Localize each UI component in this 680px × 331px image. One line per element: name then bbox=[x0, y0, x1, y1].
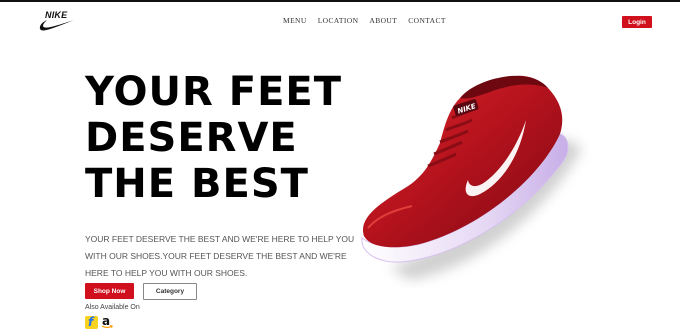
logo-text: NIKE bbox=[45, 10, 68, 20]
nav-about[interactable]: ABOUT bbox=[369, 16, 397, 25]
brand-logo[interactable]: NIKE bbox=[38, 10, 76, 32]
login-button[interactable]: Login bbox=[622, 16, 652, 28]
nav-location[interactable]: LOCATION bbox=[318, 16, 359, 25]
nav-menu[interactable]: MENU bbox=[283, 16, 307, 25]
headline-line-1: YOUR FEET bbox=[85, 69, 343, 115]
also-available-label: Also Available On bbox=[85, 304, 140, 311]
store-icons: f a bbox=[85, 314, 114, 330]
hero-shoe-image: NIKE bbox=[361, 75, 582, 280]
main-nav: MENU LOCATION ABOUT CONTACT bbox=[283, 16, 446, 25]
flipkart-icon[interactable]: f bbox=[85, 316, 98, 329]
headline-line-2: DESERVE bbox=[85, 115, 298, 161]
hero-description: YOUR FEET DESERVE THE BEST AND WE'RE HER… bbox=[85, 234, 355, 278]
shop-now-button[interactable]: Shop Now bbox=[85, 283, 134, 299]
headline-line-3: THE BEST bbox=[85, 161, 309, 207]
category-button[interactable]: Category bbox=[143, 283, 197, 300]
amazon-icon[interactable]: a bbox=[100, 314, 114, 330]
hero-headline: YOUR FEET DESERVE THE BEST bbox=[85, 69, 342, 207]
nav-contact[interactable]: CONTACT bbox=[408, 16, 446, 25]
